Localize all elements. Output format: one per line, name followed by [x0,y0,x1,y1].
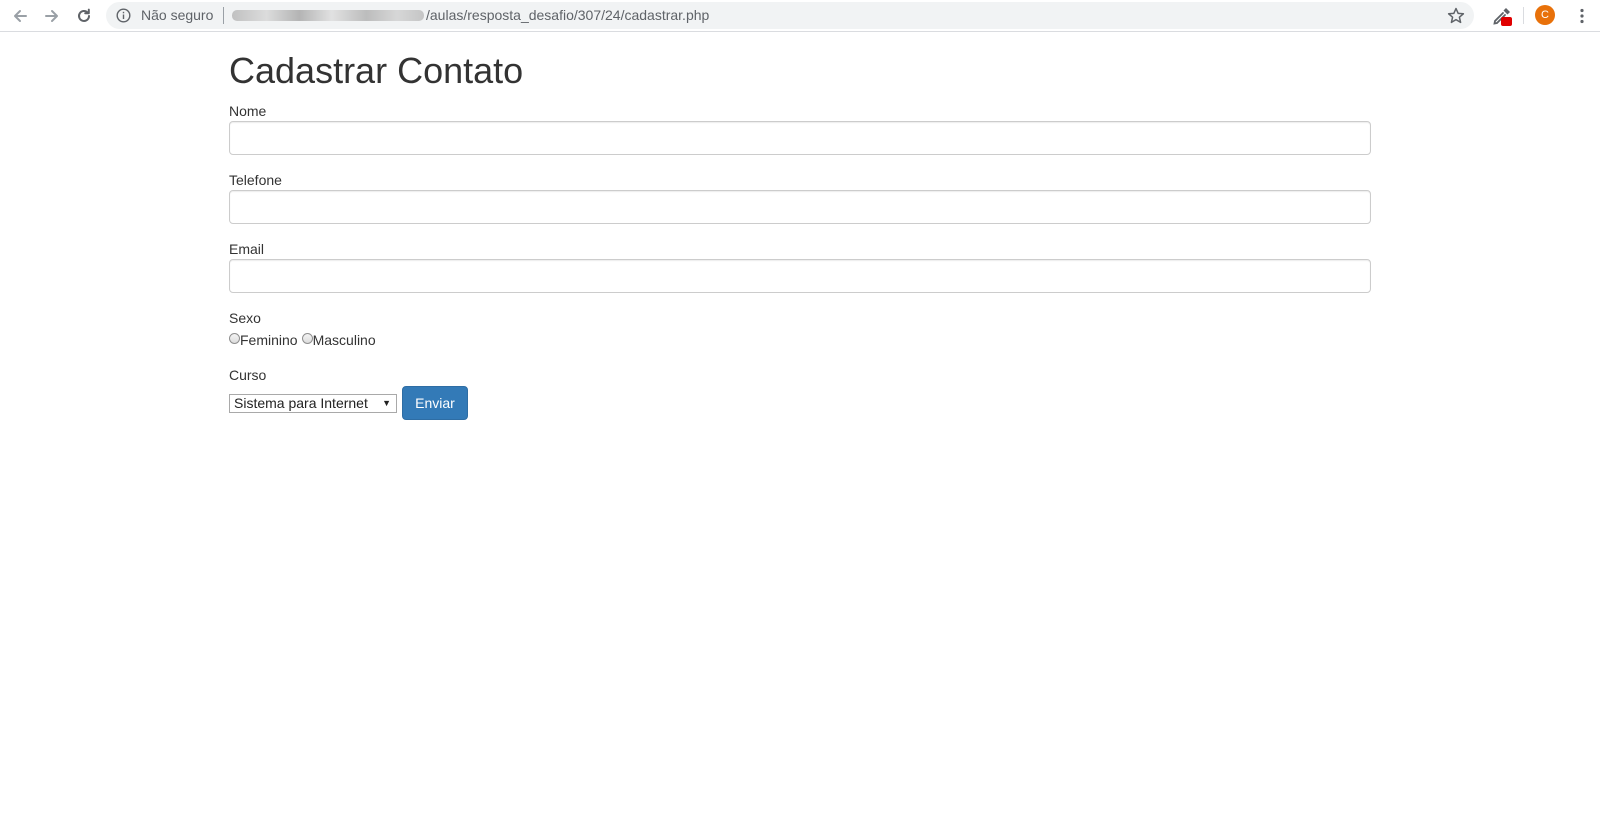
address-bar[interactable]: Não seguro /aulas/resposta_desafio/307/2… [106,2,1474,29]
extension-badge [1501,17,1512,26]
telefone-group: Telefone [229,170,1371,224]
dropdown-arrow-icon: ▼ [382,397,391,408]
browser-toolbar: Não seguro /aulas/resposta_desafio/307/2… [0,0,1600,32]
curso-group: Curso Sistema para Internet ▼ Enviar [229,365,1371,420]
sexo-radio-row: Feminino Masculino [229,330,1371,350]
profile-avatar[interactable]: C [1535,5,1555,25]
reload-icon[interactable] [72,4,96,28]
sexo-group: Sexo Feminino Masculino [229,308,1371,350]
curso-label: Curso [229,367,267,383]
address-divider [223,7,224,24]
telefone-label: Telefone [229,172,282,188]
email-group: Email [229,239,1371,293]
page-title: Cadastrar Contato [229,50,524,91]
info-icon[interactable] [116,8,131,23]
kebab-menu-icon[interactable] [1572,6,1592,26]
back-arrow-icon[interactable] [8,4,32,28]
url-path: /aulas/resposta_desafio/307/24/cadastrar… [426,7,710,23]
nome-label: Nome [229,103,267,119]
nome-group: Nome [229,101,1371,155]
email-label: Email [229,241,265,257]
radio-masculino-label[interactable]: Masculino [313,330,376,350]
radio-feminino-label[interactable]: Feminino [240,330,298,350]
curso-selected-value: Sistema para Internet [234,394,368,411]
redacted-domain [232,10,424,21]
radio-masculino[interactable] [301,333,313,344]
nome-input[interactable] [229,121,1371,155]
curso-row: Sistema para Internet ▼ Enviar [229,386,1371,420]
bookmark-star-icon[interactable] [1446,6,1466,26]
enviar-button[interactable]: Enviar [402,386,468,420]
curso-select[interactable]: Sistema para Internet ▼ [229,393,397,413]
telefone-input[interactable] [229,190,1371,224]
radio-feminino[interactable] [229,333,240,344]
sexo-label: Sexo [229,310,261,326]
forward-arrow-icon[interactable] [40,4,64,28]
page-container: Cadastrar Contato Nome Telefone Email Se… [229,33,1371,435]
email-input[interactable] [229,259,1371,293]
toolbar-separator [1523,7,1524,24]
security-status[interactable]: Não seguro [141,7,213,24]
